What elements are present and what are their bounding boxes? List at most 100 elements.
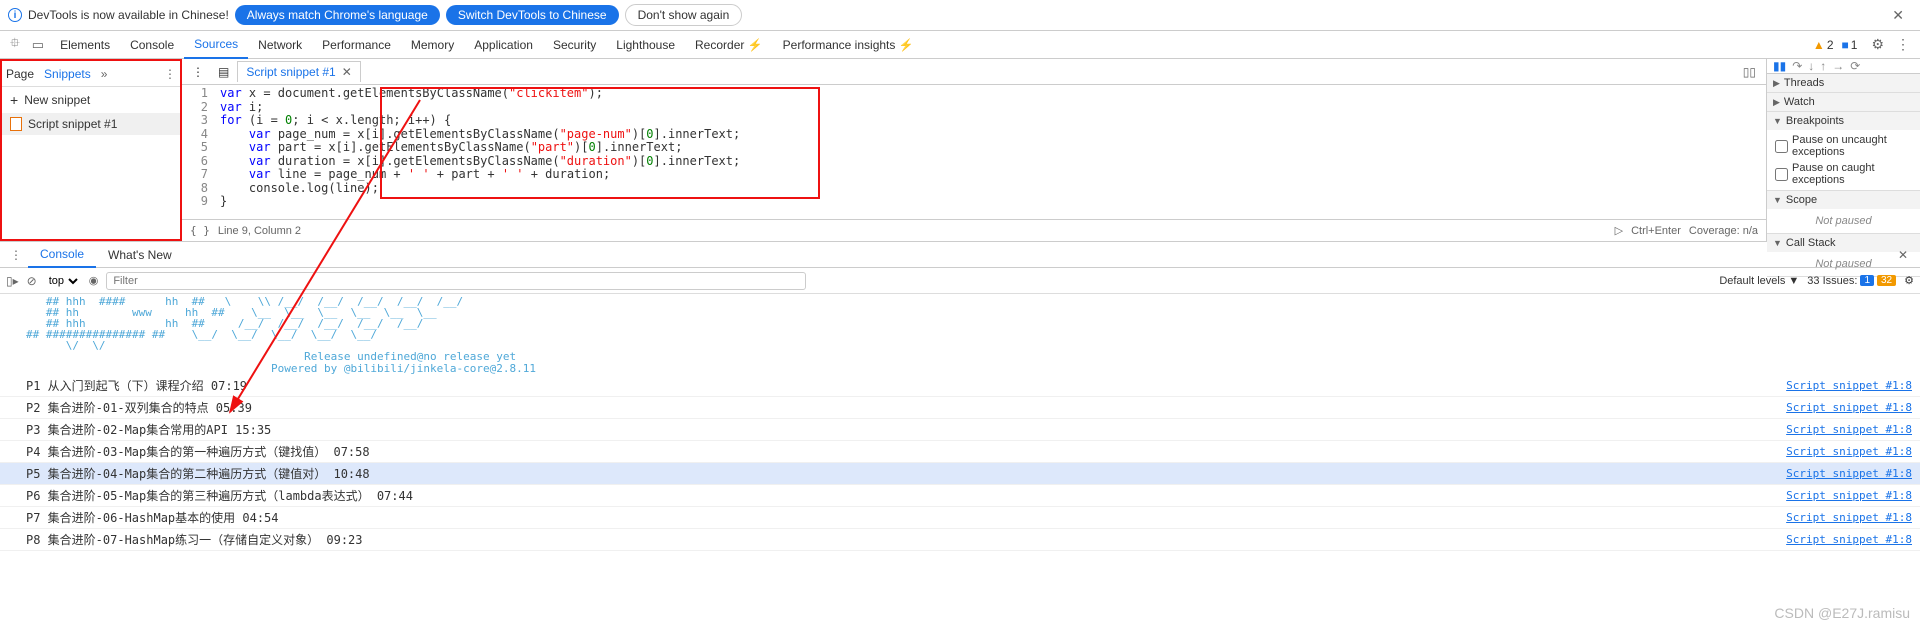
file-tab[interactable]: Script snippet #1 ✕ <box>237 61 360 82</box>
snippet-item[interactable]: Script snippet #1 <box>2 113 180 135</box>
log-message: P6 集合进阶-05-Map集合的第三种遍历方式（lambda表达式） 07:4… <box>26 487 1786 504</box>
log-message: P5 集合进阶-04-Map集合的第二种遍历方式（键值对） 10:48 <box>26 465 1786 482</box>
close-drawer-icon[interactable]: ✕ <box>1890 248 1916 262</box>
settings-icon[interactable]: ⚙ <box>1865 36 1890 53</box>
close-icon[interactable]: ✕ <box>1884 7 1912 24</box>
watermark: CSDN @E27J.ramisu <box>1774 605 1910 621</box>
log-message: P4 集合进阶-03-Map集合的第一种遍历方式（键找值） 07:58 <box>26 443 1786 460</box>
log-message: P1 从入门到起飞（下）课程介绍 07:19 <box>26 377 1786 394</box>
snippet-file-icon <box>10 117 22 131</box>
scope-not-paused: Not paused <box>1775 211 1912 231</box>
toggle-navigator-icon[interactable]: ▯▯ <box>1739 63 1760 81</box>
coverage-label[interactable]: Coverage: n/a <box>1689 225 1758 237</box>
console-row: P8 集合进阶-07-HashMap练习一（存储自定义对象） 09:23Scri… <box>0 529 1920 551</box>
snippets-tab[interactable]: Snippets <box>44 67 91 81</box>
log-source-link[interactable]: Script snippet #1:8 <box>1786 467 1912 480</box>
console-settings-icon[interactable]: ⚙ <box>1904 274 1914 287</box>
watch-section[interactable]: ▶Watch <box>1767 93 1920 111</box>
file-tab-label: Script snippet #1 <box>246 65 335 79</box>
step-over-icon[interactable]: ↷ <box>1792 59 1802 73</box>
tab-security[interactable]: Security <box>543 31 606 59</box>
main-tabbar: ⯐ ▭ ElementsConsoleSourcesNetworkPerform… <box>0 31 1920 59</box>
more-icon[interactable]: ⋮ <box>1890 36 1916 53</box>
log-source-link[interactable]: Script snippet #1:8 <box>1786 533 1912 546</box>
sidebar-toggle-icon[interactable]: ▯▸ <box>6 274 19 288</box>
switch-chinese-button[interactable]: Switch DevTools to Chinese <box>446 5 619 25</box>
step-into-icon[interactable]: ↓ <box>1808 59 1814 73</box>
context-select[interactable]: top <box>45 274 81 288</box>
log-source-link[interactable]: Script snippet #1:8 <box>1786 379 1912 392</box>
log-source-link[interactable]: Script snippet #1:8 <box>1786 511 1912 524</box>
log-source-link[interactable]: Script snippet #1:8 <box>1786 445 1912 458</box>
issue-badge-warn: 32 <box>1877 275 1896 286</box>
inspect-icon[interactable]: ⯐ <box>4 30 26 60</box>
scope-label: Scope <box>1786 194 1817 206</box>
page-tab[interactable]: Page <box>6 67 34 81</box>
clear-console-icon[interactable]: ⊘ <box>27 274 37 288</box>
run-icon[interactable]: ▷ <box>1615 224 1623 237</box>
close-tab-icon[interactable]: ✕ <box>342 65 352 79</box>
log-source-link[interactable]: Script snippet #1:8 <box>1786 423 1912 436</box>
match-language-button[interactable]: Always match Chrome's language <box>235 5 440 25</box>
drawer-more-icon[interactable]: ⋮ <box>4 248 28 262</box>
language-infobar: i DevTools is now available in Chinese! … <box>0 0 1920 31</box>
brackets-icon[interactable]: { } <box>190 224 210 237</box>
console-row: P6 集合进阶-05-Map集合的第三种遍历方式（lambda表达式） 07:4… <box>0 485 1920 507</box>
scope-section[interactable]: ▼Scope <box>1767 191 1920 209</box>
tab-performance-insights-[interactable]: Performance insights ⚡ <box>773 31 924 59</box>
chevron-right-icon[interactable]: » <box>101 67 108 81</box>
issues-icon[interactable]: ■ <box>1842 38 1849 52</box>
console-row: P3 集合进阶-02-Map集合常用的API 15:35Script snipp… <box>0 419 1920 441</box>
cursor-position: Line 9, Column 2 <box>218 225 301 237</box>
more-tabs-icon[interactable]: ⋮ <box>164 67 176 81</box>
navigator-tabs: Page Snippets » ⋮ <box>2 61 180 87</box>
editor-more-icon[interactable]: ⋮ <box>186 65 210 79</box>
console-output: ## hhh #### hh ## \ \\ /__/ /__/ /__/ /_… <box>0 294 1920 551</box>
tab-network[interactable]: Network <box>248 31 312 59</box>
breakpoints-section[interactable]: ▼Breakpoints <box>1767 112 1920 130</box>
tab-performance[interactable]: Performance <box>312 31 401 59</box>
tab-lighthouse[interactable]: Lighthouse <box>606 31 685 59</box>
issues-count: 1 <box>1851 38 1858 52</box>
console-tab[interactable]: Console <box>28 242 96 268</box>
log-levels-dropdown[interactable]: Default levels ▼ <box>1719 275 1799 287</box>
tab-sources[interactable]: Sources <box>184 31 248 59</box>
console-row: P7 集合进阶-06-HashMap基本的使用 04:54Script snip… <box>0 507 1920 529</box>
console-row: P2 集合进阶-01-双列集合的特点 05:39Script snippet #… <box>0 397 1920 419</box>
debugger-pane: ▮▮ ↷ ↓ ↑ → ⟳ ▶Threads ▶Watch ▼Breakpoint… <box>1766 59 1920 241</box>
log-source-link[interactable]: Script snippet #1:8 <box>1786 489 1912 502</box>
issue-badge-error: 1 <box>1860 275 1874 286</box>
issues-summary[interactable]: 33 Issues: 1 32 <box>1807 275 1896 287</box>
pause-icon[interactable]: ▮▮ <box>1773 59 1786 73</box>
tab-recorder-[interactable]: Recorder ⚡ <box>685 31 773 59</box>
step-out-icon[interactable]: ↑ <box>1820 59 1826 73</box>
run-shortcut: Ctrl+Enter <box>1631 225 1681 237</box>
plus-icon: + <box>10 92 18 108</box>
threads-label: Threads <box>1784 77 1824 89</box>
code-editor[interactable]: 123456789 var x = document.getElementsBy… <box>182 85 1766 219</box>
log-message: P8 集合进阶-07-HashMap练习一（存储自定义对象） 09:23 <box>26 531 1786 548</box>
deactivate-bp-icon[interactable]: ⟳ <box>1850 59 1860 73</box>
tab-memory[interactable]: Memory <box>401 31 464 59</box>
pause-caught-checkbox[interactable]: Pause on caught exceptions <box>1775 160 1912 188</box>
tab-application[interactable]: Application <box>464 31 543 59</box>
dont-show-button[interactable]: Don't show again <box>625 4 743 26</box>
whatsnew-tab[interactable]: What's New <box>96 242 184 268</box>
log-source-link[interactable]: Script snippet #1:8 <box>1786 401 1912 414</box>
tab-elements[interactable]: Elements <box>50 31 120 59</box>
info-text: DevTools is now available in Chinese! <box>28 8 229 22</box>
step-icon[interactable]: → <box>1832 59 1844 73</box>
watch-label: Watch <box>1784 96 1815 108</box>
new-snippet-button[interactable]: + New snippet <box>2 87 180 113</box>
device-icon[interactable]: ▭ <box>26 33 50 57</box>
tab-console[interactable]: Console <box>120 31 184 59</box>
editor-tabs: ⋮ ▤ Script snippet #1 ✕ ▯▯ <box>182 59 1766 85</box>
release-info: Release undefined@no release yet Powered… <box>0 351 1920 375</box>
console-toolbar: ▯▸ ⊘ top ◉ Default levels ▼ 33 Issues: 1… <box>0 268 1920 294</box>
warning-icon[interactable]: ▲ <box>1813 38 1825 52</box>
filter-input[interactable] <box>106 272 806 290</box>
live-expression-icon[interactable]: ◉ <box>89 274 99 287</box>
threads-section[interactable]: ▶Threads <box>1767 74 1920 92</box>
log-message: P3 集合进阶-02-Map集合常用的API 15:35 <box>26 421 1786 438</box>
pause-uncaught-checkbox[interactable]: Pause on uncaught exceptions <box>1775 132 1912 160</box>
